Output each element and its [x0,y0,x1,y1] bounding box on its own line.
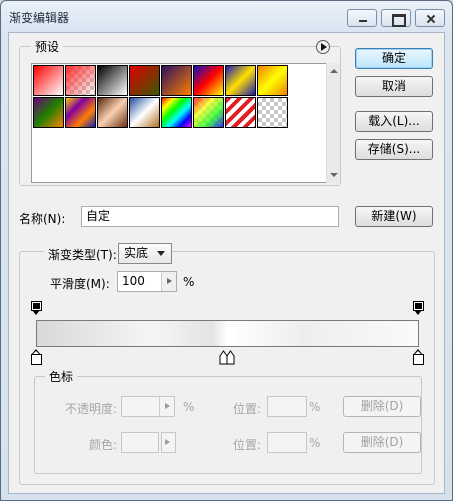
save-button[interactable]: 存储(S)... [355,139,433,160]
stop-opacity-arrow-icon [159,397,174,416]
presets-label: 预设 [31,38,64,55]
stop-color-swatch[interactable] [121,432,159,453]
preset-swatch-chrome[interactable] [129,97,160,128]
preset-swatch-orange-yellow-orange[interactable] [257,65,288,96]
preset-swatch-spectrum[interactable] [161,97,192,128]
smoothness-arrow-icon[interactable] [161,272,176,291]
smoothness-label: 平滑度(M): [50,277,110,291]
preset-swatch-red-green[interactable] [129,65,160,96]
smoothness-field[interactable]: 100 [117,271,177,292]
gradient-type-select[interactable]: 实底 [118,243,172,264]
preset-swatch-violet-green-orange[interactable] [33,97,64,128]
maximize-icon [382,10,410,27]
minimize-button[interactable] [347,9,377,27]
stop-color-arrow-icon [160,433,175,452]
scroll-down-arrow-icon[interactable] [330,173,338,177]
preset-swatch-copper[interactable] [97,97,128,128]
load-button[interactable]: 载入(L)... [355,111,433,132]
stop-opacity-location-unit: % [309,400,321,414]
scroll-up-arrow-icon[interactable] [330,69,338,73]
title-bar: 渐变编辑器 [1,1,452,31]
gradient-editor-window: 渐变编辑器 预设 确定 取消 载入(L)... 存储(S)... 名称(N): … [0,0,453,501]
delete-color-stop-button[interactable]: 删除(D) [343,432,421,453]
preset-swatch-violet-orange[interactable] [161,65,192,96]
presets-scrollbar[interactable] [326,63,340,183]
gradient-settings-group: 渐变类型(T): 实底 平滑度(M): 100 % 色标 不透明度: % 位置:… [19,243,435,485]
stop-color-location-field[interactable] [267,432,307,453]
preset-swatch-foreground-to-transparent[interactable] [65,65,96,96]
gradient-type-value: 实底 [124,246,149,260]
minimize-icon [348,10,376,26]
maximize-button[interactable] [381,9,411,27]
stop-color-arrow-button[interactable] [161,432,176,453]
new-button[interactable]: 新建(W) [355,206,433,227]
stop-color-location-unit: % [309,436,321,450]
preset-swatch-black-white[interactable] [97,65,128,96]
dialog-body: 预设 确定 取消 载入(L)... 存储(S)... 名称(N): 自定 新建(… [8,32,445,494]
smoothness-value: 100 [122,274,145,288]
preset-swatch-transparent-stripes[interactable] [225,97,256,128]
color-stop-left[interactable] [31,349,42,366]
cancel-button[interactable]: 取消 [355,76,433,97]
name-label: 名称(N): [19,212,66,226]
preset-swatch-foreground-to-background[interactable] [33,65,64,96]
gradient-preview-bar[interactable] [36,320,419,347]
ok-button[interactable]: 确定 [355,48,433,69]
stop-color-label: 颜色: [89,438,118,452]
stop-opacity-location-label: 位置: [233,402,262,416]
opacity-stop-left[interactable] [31,301,42,315]
stop-opacity-location-field[interactable] [267,396,307,417]
preset-swatch-list [31,63,328,183]
delete-opacity-stop-button[interactable]: 删除(D) [343,396,421,417]
color-midpoint-marker-icon[interactable] [219,349,235,365]
stop-opacity-label: 不透明度: [65,402,118,416]
presets-menu-arrow-icon[interactable] [316,40,330,54]
stop-opacity-unit: % [183,400,195,414]
preset-swatch-yellow-violet-orange-blue[interactable] [65,97,96,128]
smoothness-unit: % [183,275,195,289]
window-title: 渐变编辑器 [9,11,70,25]
stop-color-location-label: 位置: [233,438,262,452]
gradient-type-label: 渐变类型(T): [44,246,121,263]
preset-swatch-transparent-checker[interactable] [257,97,288,128]
opacity-stop-right[interactable] [413,301,424,315]
stop-opacity-field[interactable] [121,396,175,417]
presets-group: 预设 [19,38,341,186]
preset-swatch-transparent-rainbow[interactable] [193,97,224,128]
color-stops-group: 色标 不透明度: % 位置: % 删除(D) 颜色: 位置: % 删除(D) [34,368,422,474]
color-stop-right[interactable] [413,349,424,366]
preset-swatch-blue-yellow-blue[interactable] [225,65,256,96]
color-stops-label: 色标 [45,368,78,385]
close-icon [416,10,444,26]
close-button[interactable] [415,9,445,27]
preset-swatch-blue-red-yellow[interactable] [193,65,224,96]
name-field[interactable]: 自定 [81,206,339,227]
